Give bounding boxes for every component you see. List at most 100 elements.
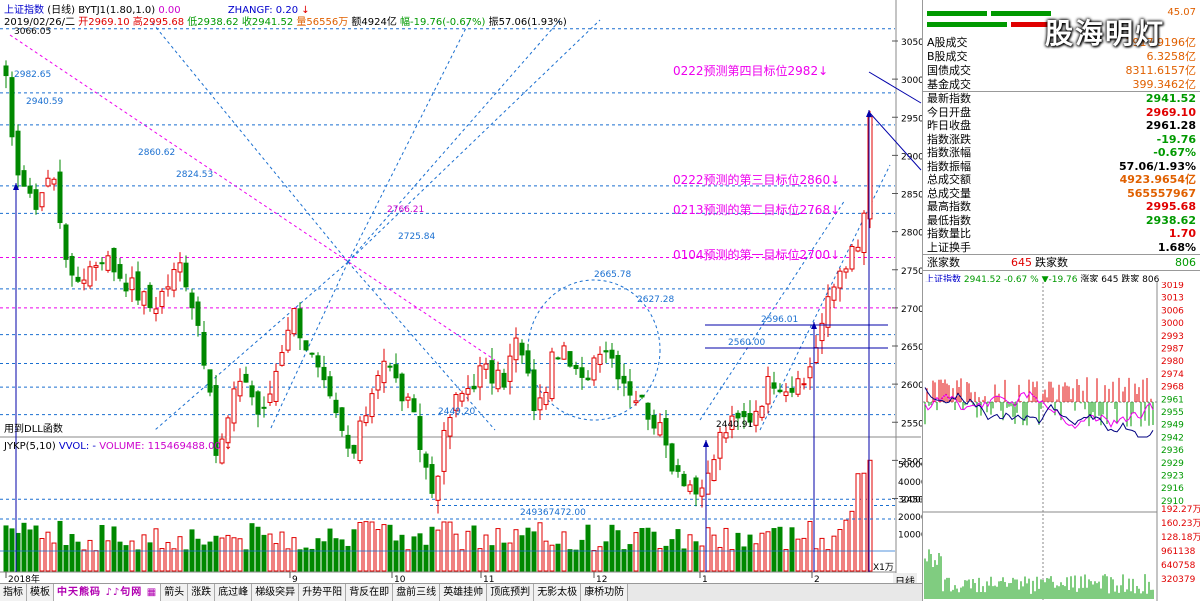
- stock-terminal-window: 3050 3000 2950 2900 2850 2800 2750 2700 2650 2600…: [0, 0, 1200, 601]
- level-2596: 2596.01: [761, 315, 799, 325]
- tab-0[interactable]: 指标: [0, 584, 27, 601]
- candle-body: [777, 389, 783, 393]
- candle-body: [189, 292, 195, 309]
- candle-body: [351, 444, 357, 454]
- chart-header-2: 2019/02/26/二 开2969.10 高2995.68 低2938.62 …: [4, 13, 567, 28]
- volume-bar: [351, 529, 357, 572]
- quote-label: 总成交量: [927, 186, 971, 200]
- quote-row: 最新指数 2941.52: [927, 92, 1196, 106]
- volume-bar: [819, 537, 825, 572]
- candle-body: [9, 77, 15, 138]
- volume-bar: [669, 539, 675, 572]
- main-kline-chart[interactable]: 3050 3000 2950 2900 2850 2800 2750 2700 2650 2600…: [0, 0, 922, 588]
- candle-body: [123, 282, 129, 292]
- volume-bar: [663, 545, 669, 572]
- tab-9[interactable]: 盘前三线: [393, 584, 441, 601]
- quote-label: 上证换手: [927, 240, 971, 254]
- volume-bar: [675, 529, 681, 572]
- y-axis-label: 3000: [901, 76, 922, 86]
- volume-bar: [843, 519, 849, 572]
- volume-bar: [165, 541, 171, 572]
- candle-body: [819, 322, 825, 342]
- mini-axis-label: 3006: [1161, 306, 1184, 316]
- candle-body: [837, 270, 843, 289]
- volume-bar: [597, 546, 603, 572]
- volume-bar: [111, 526, 117, 572]
- volume-bar: [33, 525, 39, 572]
- volume-bar: [51, 542, 57, 572]
- candle-body: [51, 178, 57, 185]
- candle-body: [297, 308, 303, 339]
- kline-canvas[interactable]: 3050 3000 2950 2900 2850 2800 2750 2700 2650 2600…: [0, 0, 922, 583]
- tab-13[interactable]: 康桥功防: [581, 584, 629, 601]
- candle-body: [69, 255, 75, 276]
- quote-label: 今日开盘: [927, 105, 971, 119]
- candle-body: [87, 266, 93, 287]
- tab-7[interactable]: 升势平阳: [299, 584, 347, 601]
- tab-5[interactable]: 底过峰: [215, 584, 253, 601]
- candle-body: [231, 388, 237, 424]
- volume-bar: [63, 545, 69, 572]
- mini-axis-label: 2916: [1161, 484, 1184, 494]
- volume-bar: [747, 534, 753, 572]
- candle-body: [15, 130, 21, 176]
- tab-6[interactable]: 梯级突异: [252, 584, 300, 601]
- x-axis-label: 9: [292, 575, 298, 583]
- volume-bar: [117, 541, 123, 572]
- quote-value: 2969.10: [1145, 105, 1196, 119]
- volume-header: JYKP(5,10) VVOL: - VOLUME: 115469488.00 …: [4, 441, 233, 452]
- candle-body: [225, 417, 231, 444]
- mini-axis-label: 2961: [1161, 395, 1184, 405]
- quote-label: 指数涨跌: [927, 132, 971, 146]
- candle-body: [723, 432, 729, 439]
- candle-body: [483, 363, 489, 370]
- candle-body: [549, 351, 555, 400]
- candle-body: [159, 290, 165, 308]
- candle-body: [855, 246, 861, 252]
- volume-bar: [225, 534, 231, 572]
- tab-10[interactable]: 英雄挂帅: [440, 584, 488, 601]
- candle-body: [693, 477, 699, 495]
- candle-body: [471, 385, 477, 390]
- candle-body: [501, 372, 507, 388]
- tab-3[interactable]: 箭头: [161, 584, 189, 601]
- market-label: 国债成交: [927, 64, 971, 77]
- candle-body: [657, 422, 663, 436]
- candle-body: [759, 405, 765, 418]
- volume-bar: [825, 549, 831, 572]
- x-axis-label: 1: [702, 575, 708, 583]
- intraday-mini-chart[interactable]: 3019 3013 3006 3000 2993 2987 2980 2974 2968 2961…: [923, 282, 1200, 601]
- vol-axis-label: 50000: [898, 461, 922, 471]
- volume-bar: [831, 535, 837, 572]
- volume-bar: [711, 534, 717, 572]
- candle-body: [33, 189, 39, 210]
- candle-body: [105, 255, 111, 271]
- volume-bar: [627, 544, 633, 572]
- header-open: 开2969.10: [78, 17, 130, 28]
- candle-body: [705, 472, 711, 495]
- volume-bar: [171, 548, 177, 572]
- level-2665: 2665.78: [594, 270, 632, 280]
- candle-body: [171, 269, 177, 291]
- y-axis-label: 2550: [901, 419, 922, 429]
- volume-bar: [21, 522, 27, 572]
- quote-label: 昨日收盘: [927, 119, 971, 132]
- candle-body: [561, 345, 567, 360]
- volume-bar: [849, 510, 855, 572]
- tab-8[interactable]: 背反在即: [346, 584, 394, 601]
- candle-body: [75, 276, 81, 282]
- candle-body: [273, 370, 279, 402]
- tab-12[interactable]: 无影太极: [534, 584, 582, 601]
- volume-bar: [789, 527, 795, 572]
- candle-body: [81, 279, 87, 284]
- mini-axis-label: 2974: [1161, 370, 1184, 380]
- candle-body: [663, 418, 669, 446]
- y-axis-label: 2800: [901, 229, 922, 239]
- volume-bar: [705, 527, 711, 572]
- quote-label: 指数涨幅: [927, 146, 971, 159]
- tab-4[interactable]: 涨跌: [188, 584, 216, 601]
- tab-1[interactable]: 模板: [27, 584, 54, 601]
- tab-11[interactable]: 顶底预判: [487, 584, 535, 601]
- candle-body: [177, 262, 183, 273]
- volume-bar: [561, 531, 567, 572]
